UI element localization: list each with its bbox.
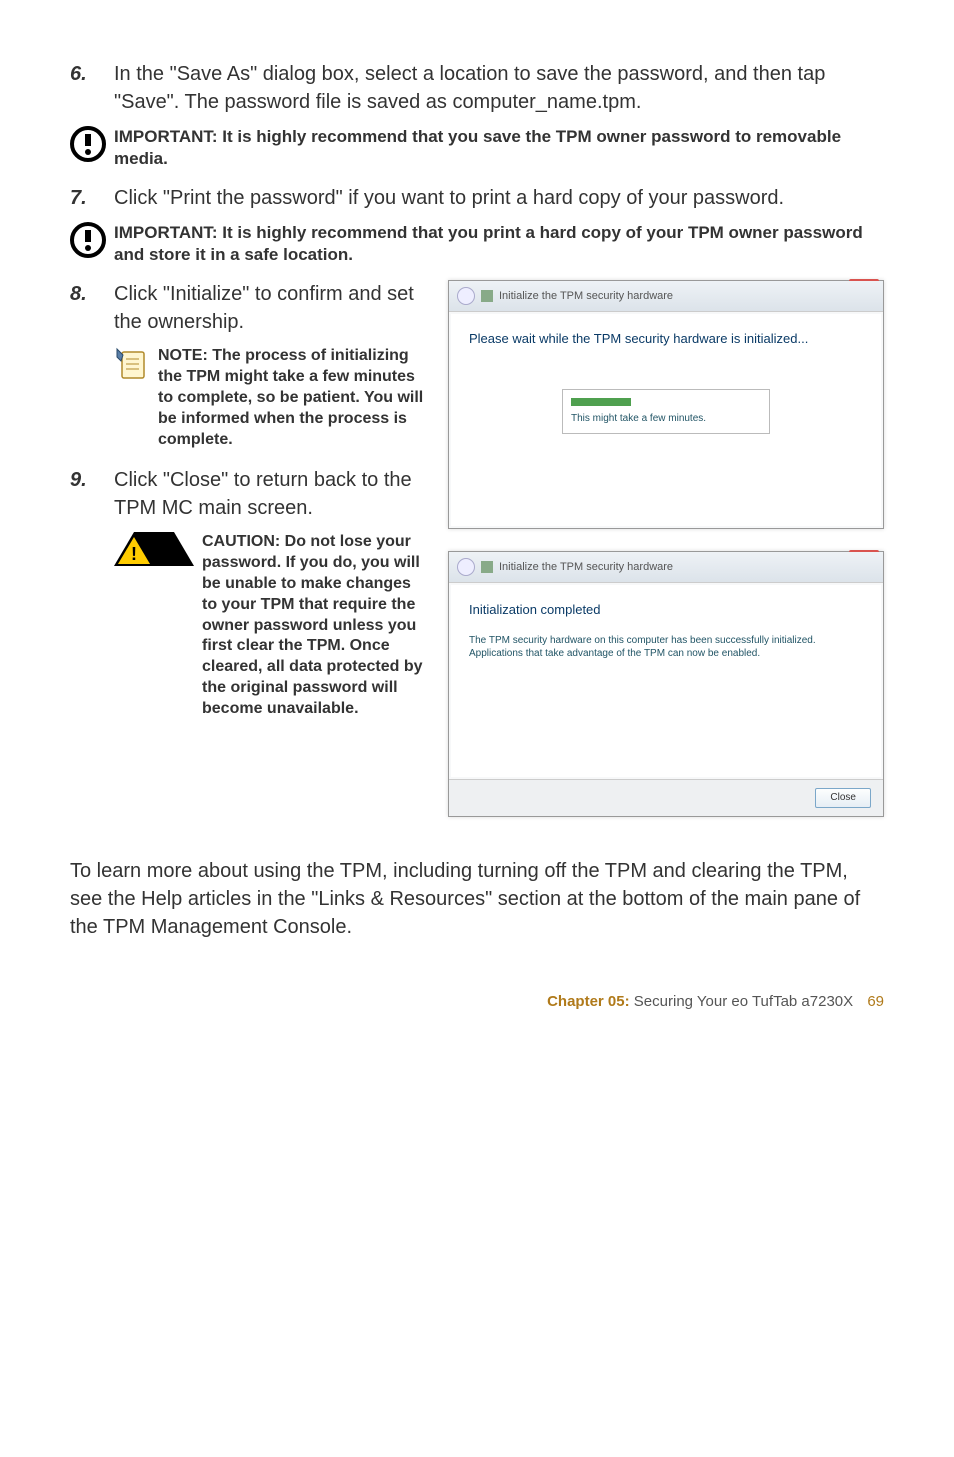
dialog-title: Initialize the TPM security hardware [499, 289, 673, 304]
dialog-footer: Close [449, 779, 883, 816]
step-number: 8. [70, 280, 114, 308]
callout-caution: CAUTION: Do not lose your password. If y… [114, 532, 430, 719]
step-text: Click "Initialize" to confirm and set th… [114, 280, 430, 336]
back-icon[interactable] [457, 558, 475, 576]
step-text: In the "Save As" dialog box, select a lo… [114, 60, 884, 116]
callout-note: NOTE: The process of initializing the TP… [114, 346, 430, 450]
caution-text: CAUTION: Do not lose your password. If y… [202, 532, 430, 719]
step-number: 9. [70, 466, 114, 494]
step-9: 9. Click "Close" to return back to the T… [70, 466, 430, 522]
dialog-titlebar: Initialize the TPM security hardware [449, 552, 883, 583]
tpm-chip-icon [481, 561, 493, 573]
callout-important-save: IMPORTANT: It is highly recommend that y… [70, 126, 884, 170]
page-footer: Chapter 05: Securing Your eo TufTab a723… [70, 991, 884, 1012]
important-text: IMPORTANT: It is highly recommend that y… [114, 126, 884, 170]
dialog-initialize-progress: x Initialize the TPM security hardware P… [448, 280, 884, 529]
dialog-heading: Please wait while the TPM security hardw… [469, 330, 863, 348]
step-number: 7. [70, 184, 114, 212]
step-7: 7. Click "Print the password" if you wan… [70, 184, 884, 212]
progress-bar [571, 398, 631, 406]
close-button[interactable]: Close [815, 788, 871, 808]
dialog-titlebar: Initialize the TPM security hardware [449, 281, 883, 312]
chapter-title: Securing Your eo TufTab a7230X [634, 993, 853, 1010]
note-text: NOTE: The process of initializing the TP… [158, 346, 430, 450]
progress-text: This might take a few minutes. [571, 412, 761, 425]
body-paragraph: To learn more about using the TPM, inclu… [70, 857, 884, 941]
step-6: 6. In the "Save As" dialog box, select a… [70, 60, 884, 116]
page-number: 69 [867, 993, 884, 1010]
progress-box: This might take a few minutes. [562, 389, 770, 434]
step-8: 8. Click "Initialize" to confirm and set… [70, 280, 430, 336]
note-icon [114, 346, 150, 382]
callout-important-print: IMPORTANT: It is highly recommend that y… [70, 222, 884, 266]
caution-icon [114, 532, 194, 566]
dialog-initialize-complete: x Initialize the TPM security hardware I… [448, 551, 884, 817]
back-icon[interactable] [457, 287, 475, 305]
tpm-chip-icon [481, 290, 493, 302]
important-icon [70, 222, 106, 258]
step-text: Click "Close" to return back to the TPM … [114, 466, 430, 522]
important-icon [70, 126, 106, 162]
dialog-heading: Initialization completed [469, 601, 863, 619]
step-number: 6. [70, 60, 114, 88]
dialog-body-text: The TPM security hardware on this comput… [469, 634, 863, 660]
chapter-label: Chapter 05: [547, 993, 630, 1010]
step-text: Click "Print the password" if you want t… [114, 184, 884, 212]
important-text: IMPORTANT: It is highly recommend that y… [114, 222, 884, 266]
dialog-title: Initialize the TPM security hardware [499, 560, 673, 575]
